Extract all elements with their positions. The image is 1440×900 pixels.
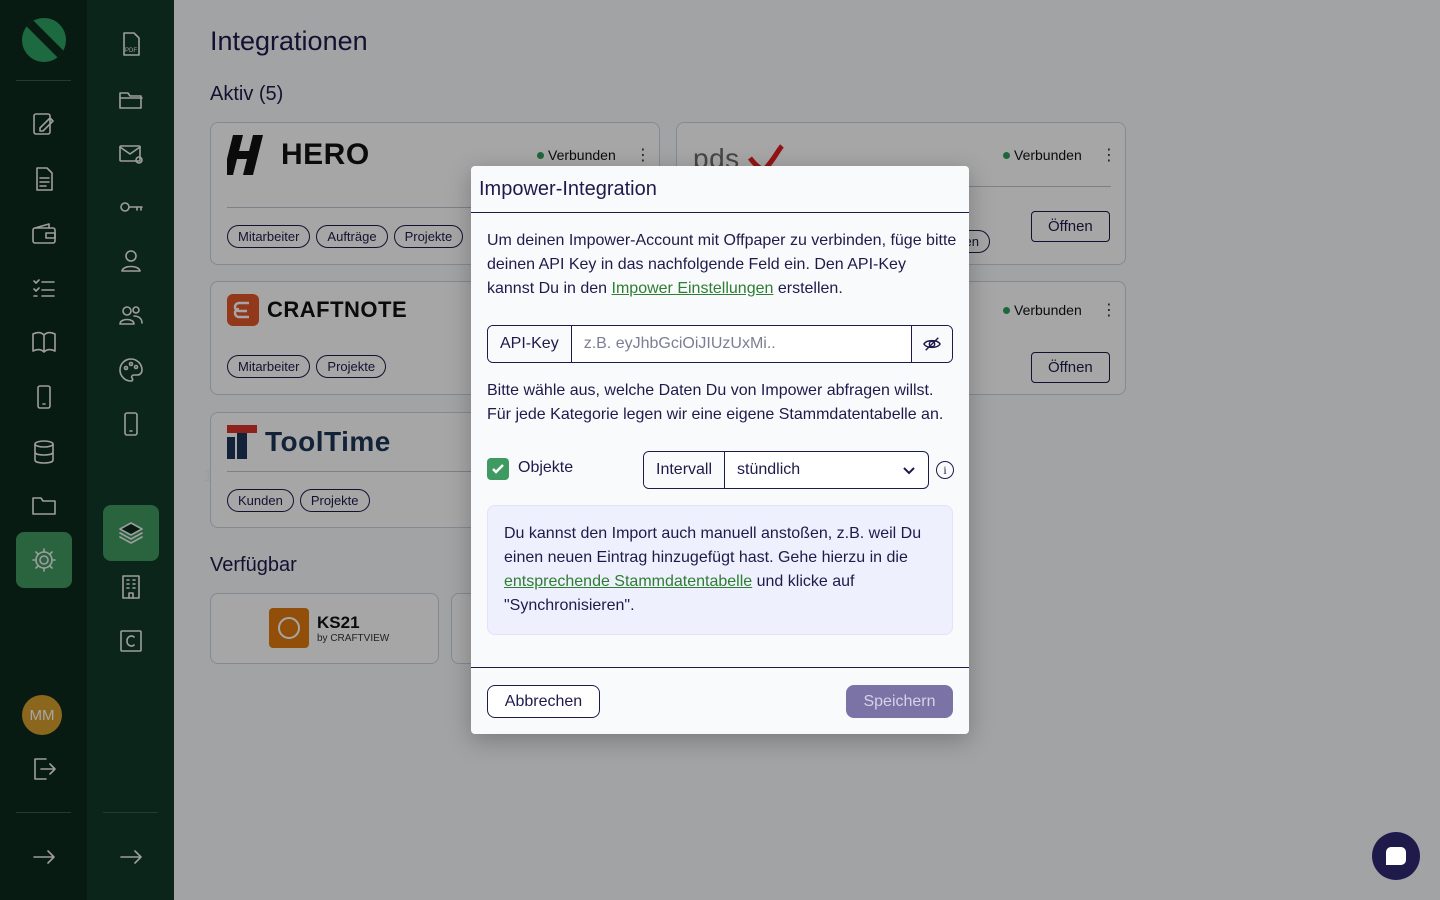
note-text-start: Du kannst den Import auch manuell anstoß… (504, 525, 922, 566)
dialog-title: Impower-Integration (479, 178, 657, 200)
divider (471, 667, 969, 668)
divider (471, 212, 969, 213)
interval-label: Intervall (644, 452, 726, 488)
manual-import-note: Du kannst den Import auch manuell anstoß… (487, 505, 953, 635)
stammdatentabelle-link[interactable]: entsprechende Stammdatentabelle (504, 573, 752, 590)
save-button[interactable]: Speichern (846, 685, 953, 718)
toggle-visibility-icon[interactable] (911, 326, 952, 362)
chat-bubble-icon (1386, 847, 1406, 865)
info-icon[interactable]: i (936, 461, 954, 479)
cancel-button[interactable]: Abbrechen (487, 685, 600, 718)
api-key-label: API-Key (488, 326, 572, 362)
chevron-down-icon (903, 467, 915, 475)
objekte-checkbox[interactable] (487, 458, 509, 480)
interval-select[interactable]: stündlich (725, 452, 928, 488)
intro-text-end: erstellen. (773, 280, 843, 297)
api-key-input[interactable] (571, 326, 911, 362)
intro-text: Um deinen Impower-Account mit Offpaper z… (487, 229, 957, 301)
interval-select-group[interactable]: Intervall stündlich (643, 451, 929, 489)
chat-support-button[interactable] (1372, 832, 1420, 880)
api-key-input-group: API-Key (487, 325, 953, 363)
impower-settings-link[interactable]: Impower Einstellungen (612, 280, 774, 297)
choose-data-text: Bitte wähle aus, welche Daten Du von Imp… (487, 382, 944, 423)
interval-value: stündlich (737, 461, 801, 478)
objekte-label[interactable]: Objekte (518, 459, 573, 477)
impower-integration-dialog: Impower-Integration Um deinen Impower-Ac… (471, 166, 969, 734)
